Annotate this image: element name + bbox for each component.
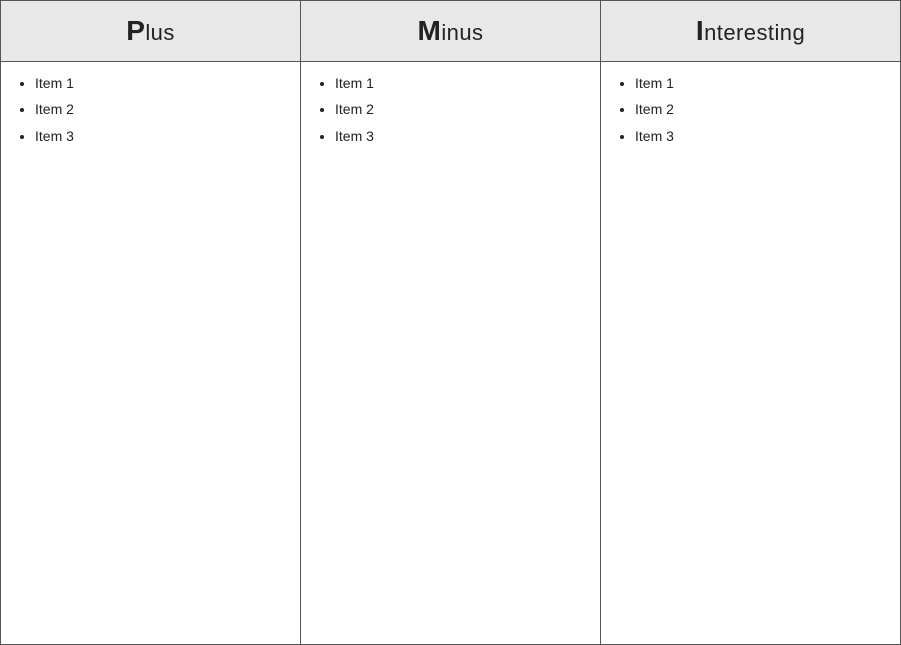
interesting-rest: nteresting	[704, 20, 805, 45]
list-item: Item 1	[335, 72, 590, 94]
list-item: Item 1	[635, 72, 890, 94]
plus-list: Item 1 Item 2 Item 3	[21, 72, 290, 147]
plus-rest: lus	[145, 20, 174, 45]
list-item: Item 2	[635, 98, 890, 120]
list-item: Item 1	[35, 72, 290, 94]
minus-rest: inus	[441, 20, 483, 45]
plus-first-letter: P	[126, 15, 145, 46]
list-item: Item 2	[35, 98, 290, 120]
interesting-first-letter: I	[696, 15, 704, 46]
list-item: Item 3	[635, 125, 890, 147]
list-item: Item 2	[335, 98, 590, 120]
list-item: Item 3	[335, 125, 590, 147]
minus-first-letter: M	[418, 15, 442, 46]
interesting-list: Item 1 Item 2 Item 3	[621, 72, 890, 147]
minus-list: Item 1 Item 2 Item 3	[321, 72, 590, 147]
pmi-table: Plus Minus Interesting Item 1 Item 2 Ite…	[0, 0, 901, 645]
minus-cell: Item 1 Item 2 Item 3	[301, 62, 601, 645]
minus-header: Minus	[301, 1, 601, 62]
plus-header: Plus	[1, 1, 301, 62]
plus-cell: Item 1 Item 2 Item 3	[1, 62, 301, 645]
interesting-header: Interesting	[601, 1, 901, 62]
interesting-cell: Item 1 Item 2 Item 3	[601, 62, 901, 645]
list-item: Item 3	[35, 125, 290, 147]
